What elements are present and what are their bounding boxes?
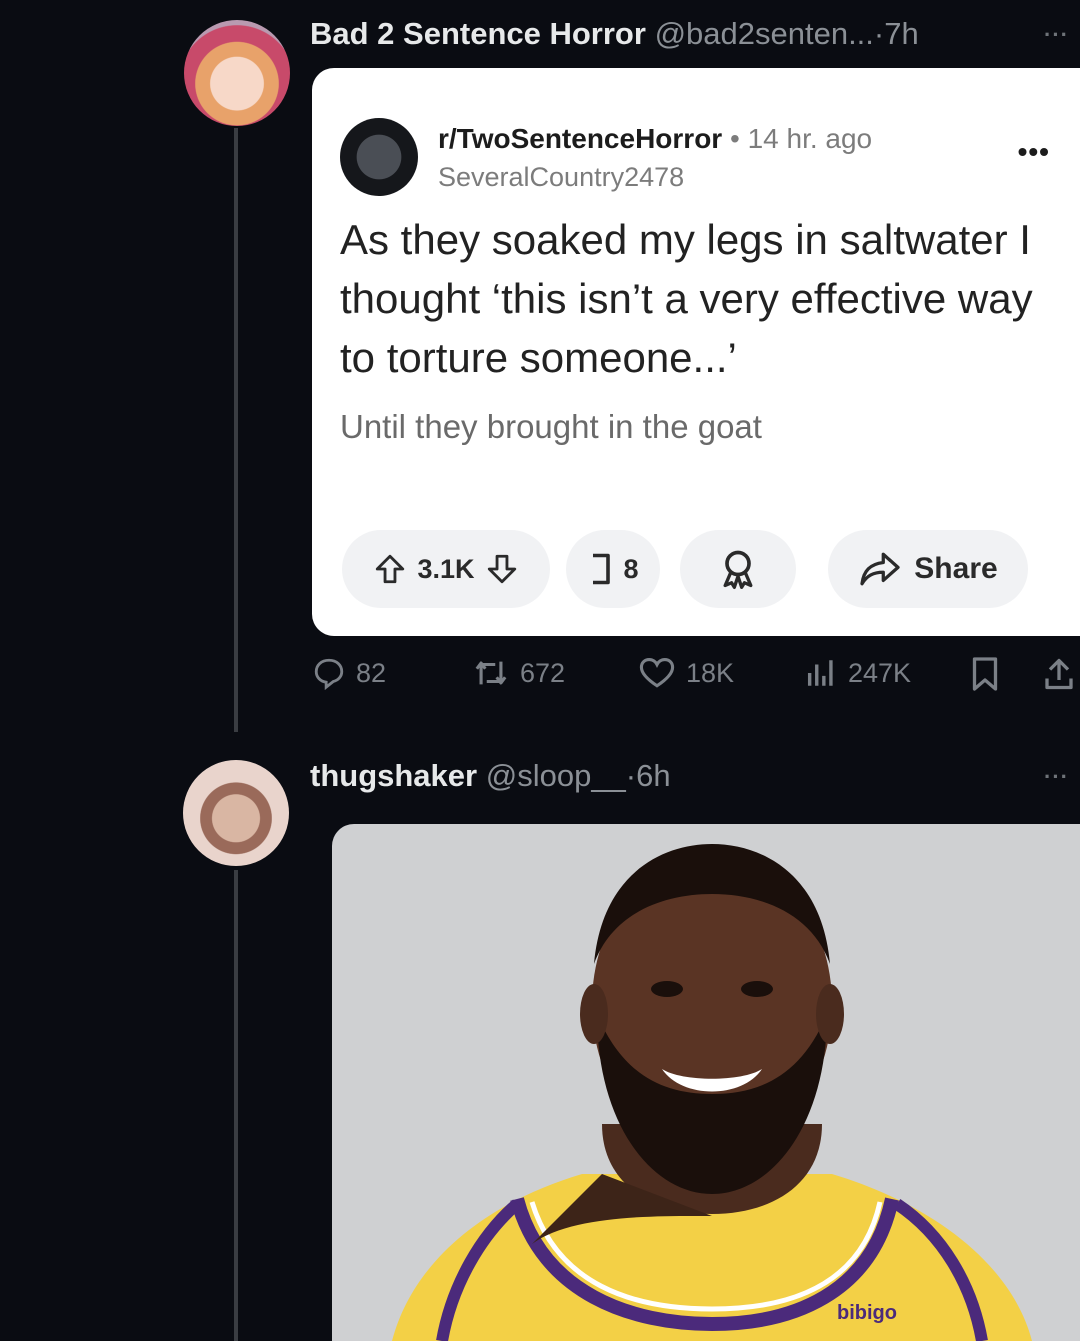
like-button[interactable]: 18K [638, 656, 734, 690]
tweet-header: thugshaker @sloop__·6h [310, 758, 671, 794]
jersey-logo: bibigo [837, 1302, 897, 1324]
portrait-image [392, 844, 1032, 1341]
vote-count: 3.1K [417, 553, 475, 584]
card-more-icon: ••• [1017, 136, 1050, 167]
timestamp[interactable]: ·7h [874, 16, 919, 51]
downvote-icon [485, 552, 519, 586]
comment-count: 8 [623, 553, 639, 584]
tweet-photo[interactable]: bibigo [332, 824, 1080, 1341]
award-pill [680, 530, 796, 608]
thread-line-2 [234, 870, 238, 1341]
bookmark-icon [972, 657, 998, 691]
handle[interactable]: @sloop__ [486, 758, 626, 793]
tweet-header: Bad 2 Sentence Horror @bad2senten...·7h [310, 16, 919, 52]
avatar[interactable] [183, 760, 289, 866]
post-time: • 14 hr. ago [729, 123, 873, 154]
thread-line-1 [234, 128, 238, 732]
share-button[interactable] [1042, 656, 1076, 692]
timestamp[interactable]: ·6h [626, 758, 671, 793]
reddit-post-card[interactable]: r/TwoSentenceHorror • 14 hr. ago Several… [312, 68, 1080, 636]
display-name[interactable]: thugshaker [310, 758, 477, 793]
upvote-icon [373, 552, 407, 586]
handle[interactable]: @bad2senten... [655, 16, 874, 51]
tweet-actions: 82 672 18K 247K [310, 656, 1080, 702]
subreddit-line: r/TwoSentenceHorror • 14 hr. ago [438, 123, 872, 155]
like-count: 18K [686, 657, 735, 688]
repost-count: 672 [520, 657, 566, 688]
comments-pill: 8 [566, 530, 660, 608]
post-body: Until they brought in the goat [340, 408, 762, 445]
subreddit-name: r/TwoSentenceHorror [438, 123, 723, 154]
views-icon [807, 660, 833, 686]
share-pill: Share [828, 530, 1028, 608]
post-title: As they soaked my legs in saltwater I th… [340, 216, 1033, 381]
heart-icon [639, 657, 675, 688]
more-options-icon[interactable]: ··· [1044, 764, 1069, 790]
subreddit-avatar [340, 118, 418, 196]
bookmark-button[interactable] [968, 656, 1002, 692]
repost-icon [475, 661, 507, 685]
view-count: 247K [848, 657, 912, 688]
repost-button[interactable]: 672 [472, 656, 565, 690]
share-icon [1045, 658, 1073, 690]
display-name[interactable]: Bad 2 Sentence Horror [310, 16, 646, 51]
avatar[interactable] [184, 20, 290, 126]
comment-icon [587, 551, 617, 587]
reply-icon [314, 658, 344, 690]
share-arrow-icon [858, 551, 902, 587]
award-icon [715, 547, 761, 591]
share-label: Share [914, 552, 998, 585]
reply-count: 82 [356, 657, 387, 688]
reply-button[interactable]: 82 [312, 656, 386, 690]
views-button[interactable]: 247K [804, 656, 911, 690]
post-username: SeveralCountry2478 [438, 162, 685, 192]
vote-pill: 3.1K [342, 530, 550, 608]
more-options-icon[interactable]: ··· [1044, 22, 1069, 48]
